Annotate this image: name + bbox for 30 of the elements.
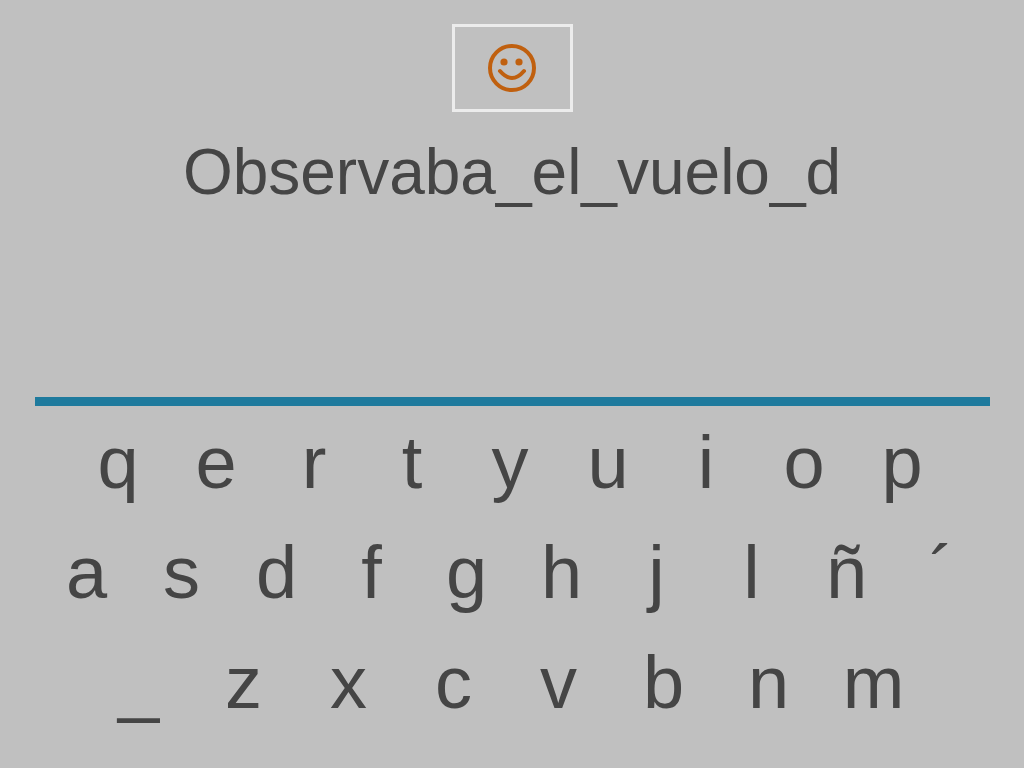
- letter-key[interactable]: _: [86, 638, 191, 728]
- letter-key[interactable]: j: [609, 528, 704, 618]
- smiley-button[interactable]: [451, 24, 573, 112]
- letter-key[interactable]: d: [229, 528, 324, 618]
- letter-key[interactable]: ´: [894, 528, 989, 618]
- letter-key[interactable]: h: [514, 528, 609, 618]
- letter-key[interactable]: s: [134, 528, 229, 618]
- letter-key[interactable]: b: [611, 638, 716, 728]
- letter-key[interactable]: y: [461, 418, 559, 508]
- letter-key[interactable]: u: [559, 418, 657, 508]
- letter-key[interactable]: p: [853, 418, 951, 508]
- letter-key[interactable]: z: [191, 638, 296, 728]
- letter-key[interactable]: x: [296, 638, 401, 728]
- letter-key[interactable]: q: [69, 418, 167, 508]
- letter-key[interactable]: i: [657, 418, 755, 508]
- smiley-icon: [486, 42, 538, 94]
- letter-key[interactable]: t: [363, 418, 461, 508]
- letter-key[interactable]: ñ: [799, 528, 894, 618]
- phrase-text: Observaba_el_vuelo_d: [182, 135, 842, 210]
- letter-key[interactable]: v: [506, 638, 611, 728]
- letter-key[interactable]: r: [265, 418, 363, 508]
- letter-key[interactable]: c: [401, 638, 506, 728]
- letter-key[interactable]: n: [716, 638, 821, 728]
- letter-key[interactable]: f: [324, 528, 419, 618]
- letter-key[interactable]: m: [821, 638, 926, 728]
- letter-key[interactable]: a: [39, 528, 134, 618]
- letter-key[interactable]: g: [419, 528, 514, 618]
- letter-key[interactable]: e: [167, 418, 265, 508]
- letter-key[interactable]: o: [755, 418, 853, 508]
- letter-key[interactable]: l: [704, 528, 799, 618]
